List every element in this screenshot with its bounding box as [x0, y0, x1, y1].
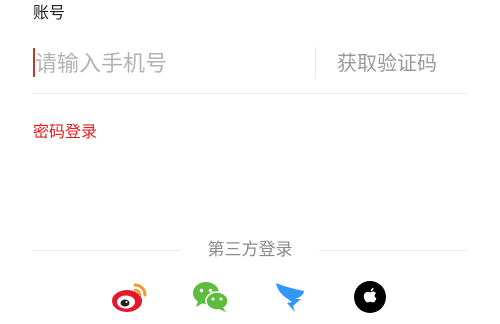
apple-icon — [354, 281, 386, 313]
dingtalk-icon — [276, 283, 304, 312]
get-verification-code-button[interactable]: 获取验证码 — [337, 49, 437, 77]
phone-field-row: 获取验证码 — [33, 45, 467, 94]
third-party-icons — [0, 279, 500, 315]
wechat-icon — [193, 282, 229, 312]
third-party-login-header: 第三方登录 — [33, 238, 467, 262]
divider-right — [319, 250, 467, 251]
weibo-login-button[interactable] — [111, 279, 147, 315]
weibo-icon — [112, 283, 147, 312]
wechat-login-button[interactable] — [192, 279, 229, 315]
phone-input[interactable] — [35, 45, 305, 83]
account-label: 账号 — [33, 3, 66, 22]
dingtalk-login-button[interactable] — [273, 279, 309, 315]
field-divider — [315, 47, 316, 79]
apple-login-button[interactable] — [352, 279, 388, 315]
password-login-link[interactable]: 密码登录 — [33, 121, 97, 143]
